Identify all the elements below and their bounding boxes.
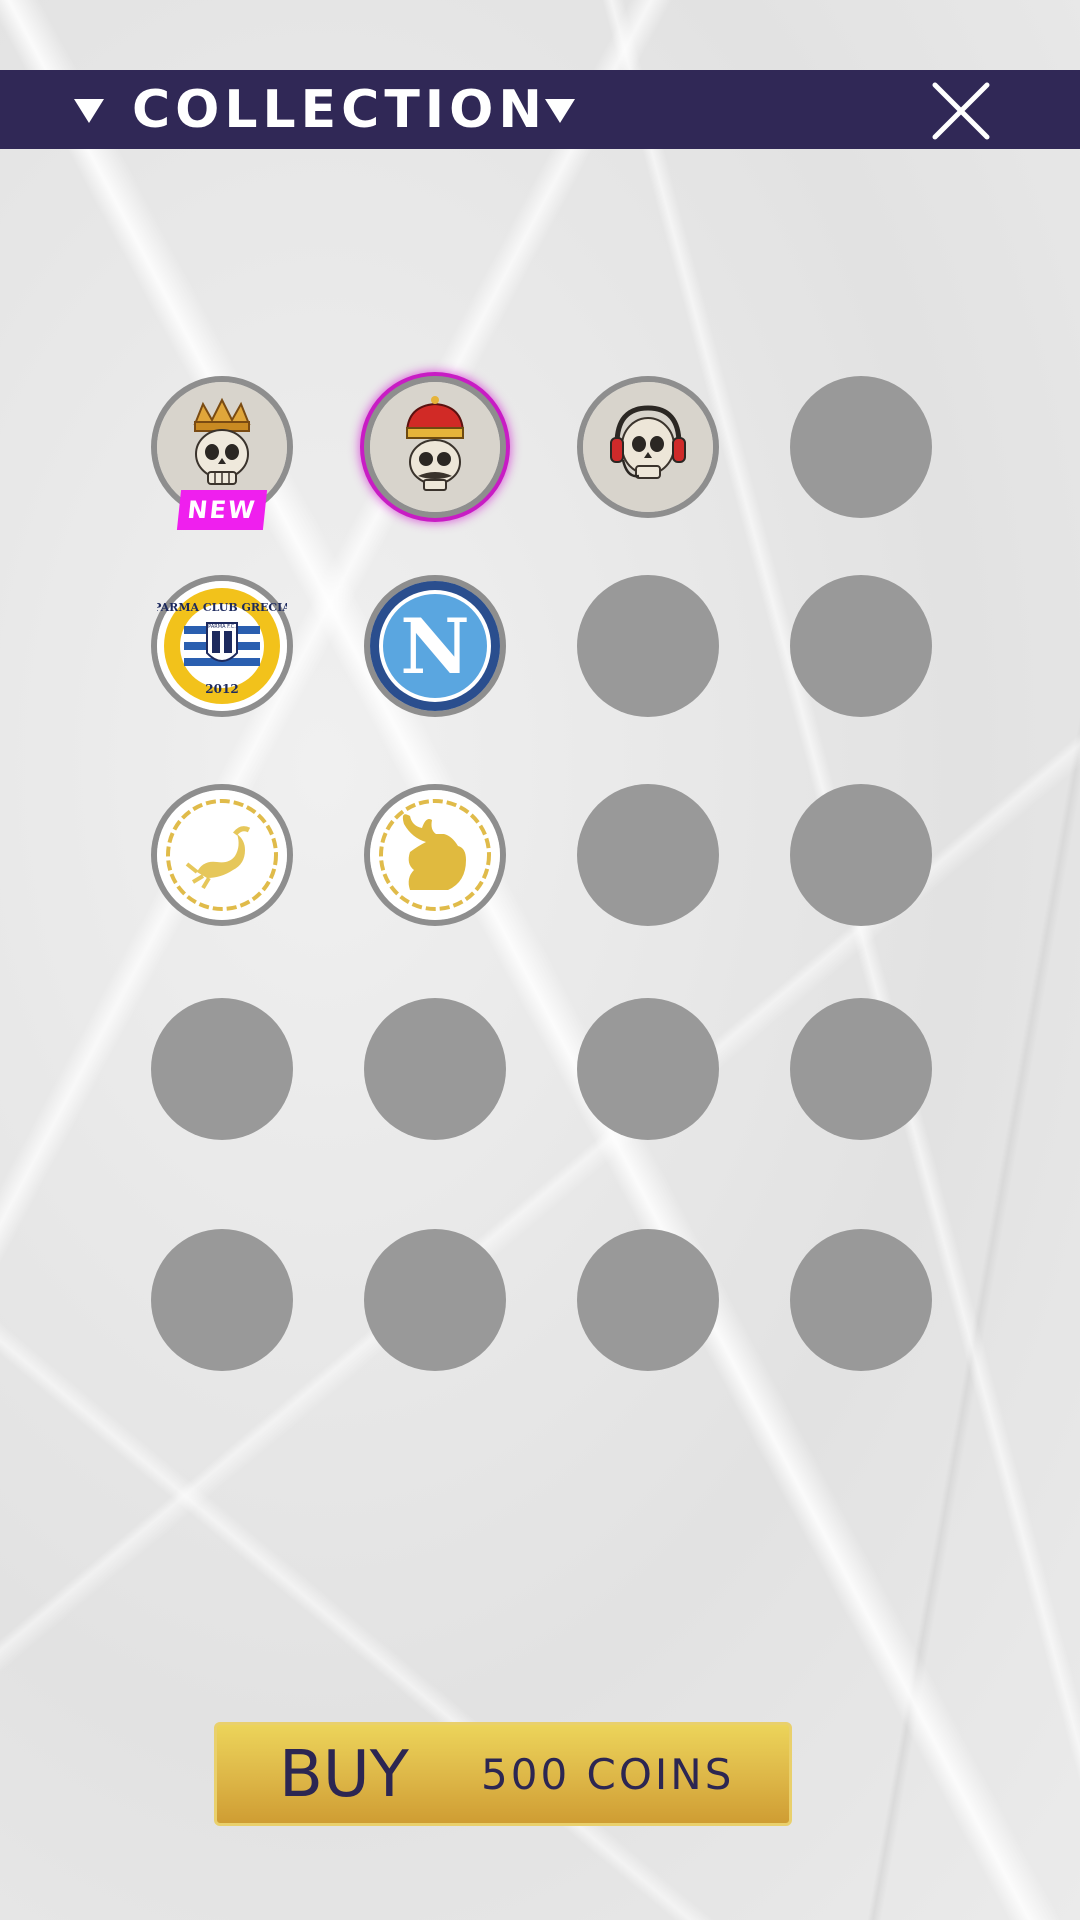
collection-slot-locked[interactable]	[151, 1229, 293, 1371]
parma-club-grecia-logo-icon: PARMA CLUB GRECIA 2012 PARMA F.C.	[157, 581, 287, 711]
buy-button[interactable]: BUY 500 COINS	[214, 1722, 792, 1826]
svg-text:PARMA CLUB GRECIA: PARMA CLUB GRECIA	[157, 601, 287, 614]
collection-slot-locked[interactable]	[577, 784, 719, 926]
gold-moose-icon	[370, 790, 500, 920]
close-button[interactable]	[932, 82, 990, 140]
collection-item-headphone-skull[interactable]	[577, 376, 719, 518]
header-bar: COLLECTION	[0, 70, 1080, 149]
skull-headphones-icon	[583, 382, 713, 512]
collection-slot-locked[interactable]	[577, 1229, 719, 1371]
collection-item-parma-club[interactable]: PARMA CLUB GRECIA 2012 PARMA F.C.	[151, 575, 293, 717]
svg-text:PARMA F.C.: PARMA F.C.	[208, 624, 236, 630]
collection-slot-locked[interactable]	[151, 998, 293, 1140]
collection-slot-locked[interactable]	[790, 575, 932, 717]
buy-label: BUY	[279, 1738, 409, 1812]
collection-item-napoli[interactable]: N	[364, 575, 506, 717]
new-badge: NEW	[176, 490, 268, 530]
collection-slot-locked[interactable]	[577, 998, 719, 1140]
collection-slot-locked[interactable]	[364, 1229, 506, 1371]
close-icon	[932, 82, 990, 140]
page-title: COLLECTION	[132, 80, 547, 140]
gold-scorpion-icon	[157, 790, 287, 920]
collection-item-gold-scorpion[interactable]	[151, 784, 293, 926]
collection-slot-locked[interactable]	[364, 998, 506, 1140]
collection-slot-locked[interactable]	[790, 376, 932, 518]
collection-slot-locked[interactable]	[790, 1229, 932, 1371]
collection-item-king-skull-selected[interactable]	[364, 376, 506, 518]
collection-item-gold-moose[interactable]	[364, 784, 506, 926]
napoli-n-logo-icon: N	[370, 581, 500, 711]
svg-text:2012: 2012	[205, 682, 238, 696]
svg-text:N: N	[400, 602, 469, 691]
collection-slot-locked[interactable]	[790, 998, 932, 1140]
king-skull-red-crown-icon	[370, 382, 500, 512]
collection-slot-locked[interactable]	[790, 784, 932, 926]
buy-price: 500 COINS	[481, 1750, 735, 1799]
triangle-down-icon	[545, 99, 575, 123]
collection-slot-locked[interactable]	[577, 575, 719, 717]
triangle-down-icon	[74, 99, 104, 123]
